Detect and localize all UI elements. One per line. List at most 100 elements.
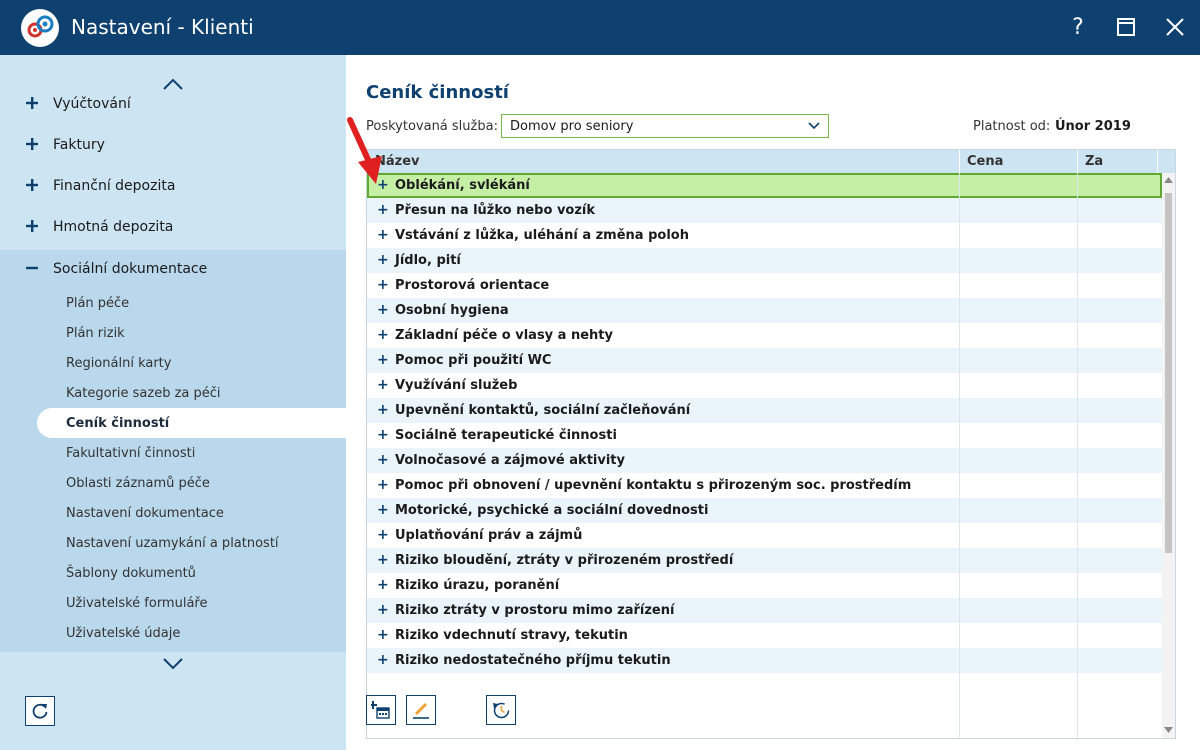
table-row[interactable]: + Pomoc při obnovení / upevnění kontaktu … bbox=[367, 473, 1162, 498]
sidebar-item-financni-depozita[interactable]: Finanční depozita bbox=[0, 167, 346, 205]
table-row[interactable]: + Uplatňování práv a zájmů bbox=[367, 523, 1162, 548]
page-title: Ceník činností bbox=[366, 82, 509, 103]
refresh-icon bbox=[32, 703, 48, 719]
table-row[interactable]: + Prostorová orientace bbox=[367, 273, 1162, 298]
table-row[interactable]: + Vstávání z lůžka, uléhání a změna poloh bbox=[367, 223, 1162, 248]
row-label: Uplatňování práv a zájmů bbox=[395, 528, 583, 543]
table-row[interactable]: + Riziko bloudění, ztráty v přirozeném pr… bbox=[367, 548, 1162, 573]
sidebar-item-hmotna-depozita[interactable]: Hmotná depozita bbox=[0, 208, 346, 246]
add-price-button[interactable] bbox=[366, 695, 396, 725]
sidebar-item-label: Vyúčtování bbox=[53, 96, 131, 112]
sidebar-item-socialni-dokumentace[interactable]: Sociální dokumentace bbox=[0, 250, 346, 288]
column-header-za[interactable]: Za bbox=[1085, 154, 1103, 169]
sidebar-subitem-uzivatelske-udaje[interactable]: Uživatelské údaje bbox=[0, 618, 346, 648]
row-label: Využívání služeb bbox=[395, 378, 518, 393]
sidebar-item-label: Sociální dokumentace bbox=[53, 261, 208, 277]
sidebar-subitem-regionalni-karty[interactable]: Regionální karty bbox=[0, 348, 346, 378]
table-row[interactable]: + Jídlo, pití bbox=[367, 248, 1162, 273]
expand-row-icon[interactable]: + bbox=[377, 427, 389, 443]
maximize-button[interactable] bbox=[1111, 12, 1141, 42]
sidebar-subitem-plan-pece[interactable]: Plán péče bbox=[0, 288, 346, 318]
row-label: Volnočasové a zájmové aktivity bbox=[395, 453, 625, 468]
column-divider bbox=[1077, 173, 1078, 738]
table-row[interactable]: + Motorické, psychické a sociální dovedno… bbox=[367, 498, 1162, 523]
table-row[interactable]: + Oblékání, svlékání bbox=[367, 173, 1162, 198]
table-row[interactable]: + Přesun na lůžko nebo vozík bbox=[367, 198, 1162, 223]
sidebar-scroll-down-button[interactable] bbox=[160, 655, 186, 673]
scroll-down-arrow-icon[interactable] bbox=[1164, 727, 1173, 733]
sidebar-item-faktury[interactable]: Faktury bbox=[0, 126, 346, 164]
table-row[interactable]: + Riziko úrazu, poranění bbox=[367, 573, 1162, 598]
sidebar-item-label: Finanční depozita bbox=[53, 178, 176, 194]
table-row[interactable]: + Volnočasové a zájmové aktivity bbox=[367, 448, 1162, 473]
maximize-icon bbox=[1117, 18, 1135, 36]
expand-row-icon[interactable]: + bbox=[377, 302, 389, 318]
table-row[interactable]: + Využívání služeb bbox=[367, 373, 1162, 398]
row-label: Osobní hygiena bbox=[395, 303, 509, 318]
help-button[interactable]: ? bbox=[1063, 12, 1093, 42]
expand-row-icon[interactable]: + bbox=[377, 502, 389, 518]
edit-button[interactable] bbox=[406, 695, 436, 725]
sidebar-item-vyuctovani[interactable]: Vyúčtování bbox=[0, 85, 346, 123]
expand-row-icon[interactable]: + bbox=[377, 627, 389, 643]
table-row[interactable]: + Riziko nedostatečného příjmu tekutin bbox=[367, 648, 1162, 673]
scroll-up-arrow-icon[interactable] bbox=[1164, 177, 1173, 183]
grid-scrollbar[interactable] bbox=[1162, 173, 1175, 738]
sidebar-subitem-oblasti-zaznamu[interactable]: Oblasti záznamů péče bbox=[0, 468, 346, 498]
row-label: Motorické, psychické a sociální dovednos… bbox=[395, 503, 709, 518]
close-button[interactable] bbox=[1160, 12, 1190, 42]
row-label: Oblékání, svlékání bbox=[395, 178, 530, 193]
table-row[interactable]: + Základní péče o vlasy a nehty bbox=[367, 323, 1162, 348]
row-label: Sociálně terapeutické činnosti bbox=[395, 428, 617, 443]
sidebar-subitem-nastaveni-uzamykani[interactable]: Nastavení uzamykání a platností bbox=[0, 528, 346, 558]
history-clock-icon bbox=[493, 702, 510, 719]
history-button[interactable] bbox=[486, 695, 516, 725]
expand-row-icon[interactable]: + bbox=[377, 227, 389, 243]
sidebar-item-label: Faktury bbox=[53, 137, 105, 153]
sidebar-subitem-cenik-cinnosti[interactable]: Ceník činností bbox=[37, 408, 346, 438]
expand-row-icon[interactable]: + bbox=[377, 552, 389, 568]
table-row[interactable]: + Riziko ztráty v prostoru mimo zařízení bbox=[367, 598, 1162, 623]
expand-row-icon[interactable]: + bbox=[377, 277, 389, 293]
sidebar: Vyúčtování Faktury Finanční depozita Hmo… bbox=[0, 55, 346, 750]
sidebar-subitem-nastaveni-dokumentace[interactable]: Nastavení dokumentace bbox=[0, 498, 346, 528]
expand-row-icon[interactable]: + bbox=[377, 452, 389, 468]
table-row[interactable]: + Sociálně terapeutické činnosti bbox=[367, 423, 1162, 448]
expand-row-icon[interactable]: + bbox=[377, 377, 389, 393]
edit-pencil-icon bbox=[413, 702, 429, 719]
expand-row-icon[interactable]: + bbox=[377, 602, 389, 618]
column-divider bbox=[959, 173, 960, 738]
sidebar-subitem-sablony-dokumentu[interactable]: Šablony dokumentů bbox=[0, 558, 346, 588]
expand-row-icon[interactable]: + bbox=[377, 527, 389, 543]
table-row[interactable]: + Pomoc při použití WC bbox=[367, 348, 1162, 373]
column-header-cena[interactable]: Cena bbox=[967, 154, 1003, 169]
refresh-button[interactable] bbox=[25, 696, 55, 726]
table-row[interactable]: + Upevnění kontaktů, sociální začleňování bbox=[367, 398, 1162, 423]
expand-row-icon[interactable]: + bbox=[377, 577, 389, 593]
expand-row-icon[interactable]: + bbox=[377, 402, 389, 418]
expand-row-icon[interactable]: + bbox=[377, 327, 389, 343]
service-select[interactable]: Domov pro seniory bbox=[501, 114, 829, 138]
expand-row-icon[interactable]: + bbox=[377, 202, 389, 218]
column-separator bbox=[959, 150, 960, 173]
row-label: Riziko vdechnutí stravy, tekutin bbox=[395, 628, 628, 643]
expand-row-icon[interactable]: + bbox=[377, 477, 389, 493]
expand-row-icon[interactable]: + bbox=[377, 352, 389, 368]
grid-scrollbar-thumb[interactable] bbox=[1165, 193, 1172, 553]
sidebar-subitem-fakultativni-cinnosti[interactable]: Fakultativní činnosti bbox=[0, 438, 346, 468]
plus-icon bbox=[26, 97, 38, 109]
row-label: Pomoc při použití WC bbox=[395, 353, 552, 368]
expand-row-icon[interactable]: + bbox=[377, 652, 389, 668]
column-separator bbox=[1157, 150, 1158, 173]
sidebar-subitem-plan-rizik[interactable]: Plán rizik bbox=[0, 318, 346, 348]
row-label: Prostorová orientace bbox=[395, 278, 550, 293]
close-icon bbox=[1166, 18, 1184, 36]
validity-label: Platnost od: bbox=[973, 119, 1051, 134]
plus-icon bbox=[26, 138, 38, 150]
sidebar-subitem-uzivatelske-formulare[interactable]: Uživatelské formuláře bbox=[0, 588, 346, 618]
table-row[interactable]: + Osobní hygiena bbox=[367, 298, 1162, 323]
table-row[interactable]: + Riziko vdechnutí stravy, tekutin bbox=[367, 623, 1162, 648]
sidebar-subitem-kategorie-sazeb[interactable]: Kategorie sazeb za péči bbox=[0, 378, 346, 408]
row-label: Základní péče o vlasy a nehty bbox=[395, 328, 613, 343]
expand-row-icon[interactable]: + bbox=[377, 252, 389, 268]
